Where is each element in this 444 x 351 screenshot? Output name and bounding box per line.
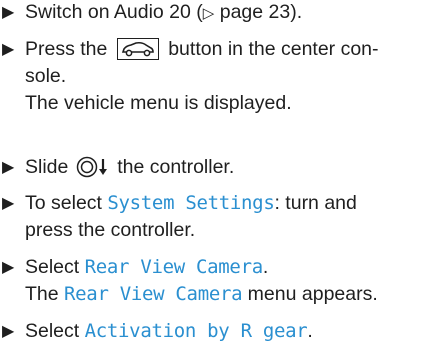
step-result: menu appears.	[242, 283, 378, 305]
controller-slide-down-icon	[76, 156, 110, 186]
step-text: page 23).	[214, 1, 303, 23]
instruction-step: ▶ Press the button in the center con- so…	[0, 36, 440, 117]
bullet-arrow: ▶	[2, 323, 15, 340]
step-text: the controller.	[111, 156, 235, 178]
instruction-step: ▶ Select Rear View Camera. The Rear View…	[0, 254, 440, 308]
instruction-step: ▶ Select Activation by R gear.	[0, 318, 440, 345]
step-text: sole.	[25, 65, 67, 87]
menu-name-rear-view-camera: Rear View Camera	[64, 283, 243, 305]
step-text: Slide	[25, 156, 74, 178]
bullet-arrow: ▶	[2, 195, 15, 212]
step-text: press the controller.	[25, 219, 196, 241]
step-text: button in the center con-	[162, 38, 379, 60]
step-text: Press the	[25, 38, 113, 60]
bullet-arrow: ▶	[2, 41, 15, 58]
step-result: The	[25, 283, 65, 305]
menu-item-rear-view-camera: Rear View Camera	[84, 256, 264, 278]
step-result: The vehicle menu is displayed.	[25, 92, 292, 114]
instruction-step: ▶ Switch on Audio 20 (▷ page 23).	[0, 0, 440, 27]
bullet-arrow: ▶	[2, 159, 15, 176]
car-button-icon	[116, 38, 159, 60]
step-text: .	[307, 320, 313, 342]
menu-item-activation-by-r-gear: Activation by R gear	[84, 320, 308, 342]
bullet-arrow: ▶	[2, 4, 15, 21]
menu-item-system-settings: System Settings	[107, 192, 275, 214]
page-reference-arrow: ▷	[202, 5, 215, 22]
step-text: Select	[25, 256, 85, 278]
step-text: .	[262, 256, 269, 278]
step-text: Select	[25, 320, 85, 342]
instruction-step: ▶ Slide the controller.	[0, 154, 440, 186]
instruction-step: ▶ To select System Settings: turn and pr…	[0, 190, 440, 244]
step-text: : turn and	[274, 192, 357, 214]
step-text: To select	[25, 192, 108, 214]
bullet-arrow: ▶	[2, 259, 15, 276]
step-text: Switch on Audio 20 (	[25, 1, 203, 23]
